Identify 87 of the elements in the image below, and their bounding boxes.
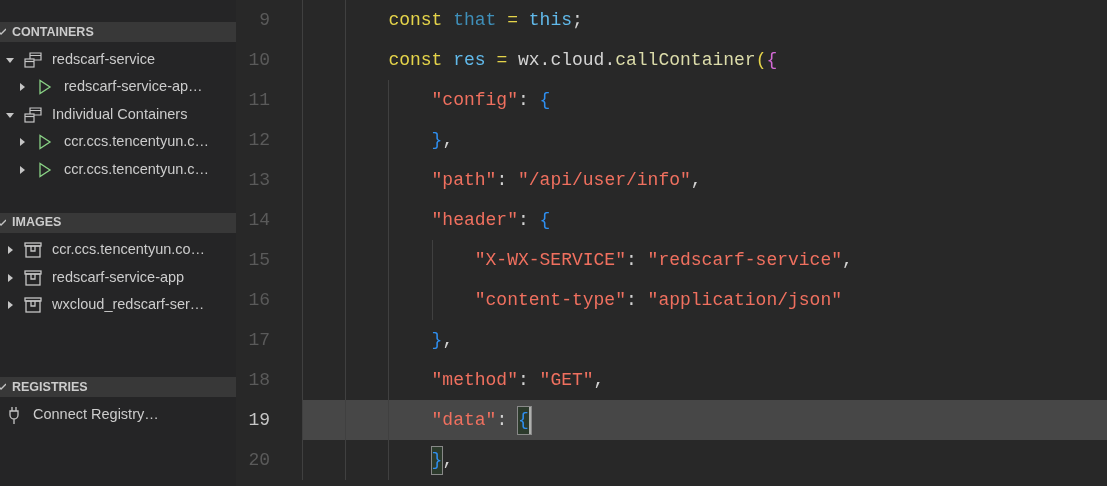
section-header[interactable]: CONTAINERS — [0, 22, 236, 42]
collapse-icon[interactable] — [6, 55, 14, 64]
code-token: wx.cloud. — [518, 48, 616, 72]
code-token: : — [626, 288, 637, 312]
code-token: const — [388, 48, 443, 72]
code-token: : — [518, 368, 529, 392]
code-token: "redscarf-service" — [647, 248, 843, 272]
section-title: CONTAINERS — [12, 23, 94, 41]
code-token: callContainer — [615, 48, 756, 72]
tree-item[interactable]: ccr.ccs.tencentyun.c… — [0, 128, 236, 156]
box-icon — [24, 269, 42, 286]
play-icon — [38, 161, 52, 178]
item-label: Connect Registry… — [33, 404, 159, 424]
code-token: "header" — [431, 208, 518, 232]
code-token: = — [507, 8, 518, 32]
code-token: : — [518, 88, 529, 112]
plug-icon — [8, 405, 20, 424]
box-icon — [24, 297, 42, 314]
tree-item[interactable]: wxcloud_redscarf-ser… — [0, 291, 236, 319]
tree-item[interactable]: Individual Containers — [0, 101, 236, 129]
item-label: Individual Containers — [52, 104, 188, 124]
code-token: "config" — [431, 88, 518, 112]
code-token: : — [626, 248, 637, 272]
chevron-down-icon[interactable] — [0, 28, 6, 36]
code-token: "content-type" — [474, 288, 626, 312]
item-label: wxcloud_redscarf-ser… — [52, 295, 205, 315]
code-token: "/api/user/info" — [518, 168, 691, 192]
code-token: , — [442, 448, 454, 472]
expand-icon[interactable] — [18, 83, 26, 92]
chevron-down-icon[interactable] — [0, 383, 6, 391]
code-token: "application/json" — [647, 288, 843, 312]
tree-item[interactable]: redscarf-service-app — [0, 264, 236, 292]
code-token: "path" — [431, 168, 497, 192]
play-icon — [38, 79, 52, 96]
item-label: redscarf-service-ap… — [64, 77, 203, 97]
code-token: { — [539, 208, 551, 232]
code-token: "X-WX-SERVICE" — [474, 248, 626, 272]
section-header[interactable]: IMAGES — [0, 212, 236, 233]
code-token: = — [496, 48, 508, 72]
code-token: : — [518, 208, 529, 232]
section-header[interactable]: REGISTRIES — [0, 377, 236, 397]
expand-icon[interactable] — [6, 301, 14, 310]
code-token: , — [442, 128, 454, 152]
item-label: ccr.ccs.tencentyun.co… — [52, 240, 206, 260]
line-number: 19 — [247, 408, 270, 432]
code-token: that — [453, 8, 497, 32]
code-token: res — [453, 48, 486, 72]
code-token: } — [431, 328, 443, 352]
code-token: { — [518, 406, 531, 434]
code-token: ; — [572, 8, 583, 32]
code-token: } — [431, 446, 443, 474]
window-stack-icon — [24, 51, 42, 68]
play-icon — [38, 134, 52, 151]
code-token: , — [593, 368, 605, 392]
code-token: { — [766, 48, 778, 72]
collapse-icon[interactable] — [6, 110, 14, 119]
chevron-down-icon[interactable] — [0, 218, 6, 227]
section-title: IMAGES — [12, 214, 62, 232]
expand-icon[interactable] — [18, 165, 26, 174]
item-label: ccr.ccs.tencentyun.c… — [64, 132, 210, 152]
code-token: , — [690, 168, 702, 192]
code-token: "GET" — [539, 368, 594, 392]
expand-icon[interactable] — [18, 138, 26, 147]
code-token: } — [431, 128, 443, 152]
code-token: "data" — [431, 408, 497, 432]
section-title: REGISTRIES — [12, 378, 88, 396]
box-icon — [24, 242, 42, 259]
window-stack-icon — [24, 106, 42, 123]
code-token: { — [539, 88, 551, 112]
code-token: , — [842, 248, 853, 272]
item-label: ccr.ccs.tencentyun.c… — [64, 159, 210, 179]
item-label: redscarf-service-app — [52, 267, 185, 287]
tree-item[interactable]: redscarf-service — [0, 46, 236, 74]
tree-item[interactable]: ccr.ccs.tencentyun.co… — [0, 236, 236, 264]
tree-item[interactable]: Connect Registry… — [0, 401, 236, 429]
tree-item[interactable]: ccr.ccs.tencentyun.c… — [0, 156, 236, 184]
code-token: , — [442, 328, 454, 352]
code-token: : — [496, 408, 508, 432]
code-token: this — [528, 8, 573, 32]
item-label: redscarf-service — [52, 49, 156, 69]
code-token: "method" — [431, 368, 518, 392]
code-token: : — [496, 168, 508, 192]
tree-item[interactable]: redscarf-service-ap… — [0, 73, 236, 101]
expand-icon[interactable] — [6, 246, 14, 255]
expand-icon[interactable] — [6, 273, 14, 282]
code-token: ( — [755, 48, 767, 72]
code-token: const — [388, 8, 443, 32]
